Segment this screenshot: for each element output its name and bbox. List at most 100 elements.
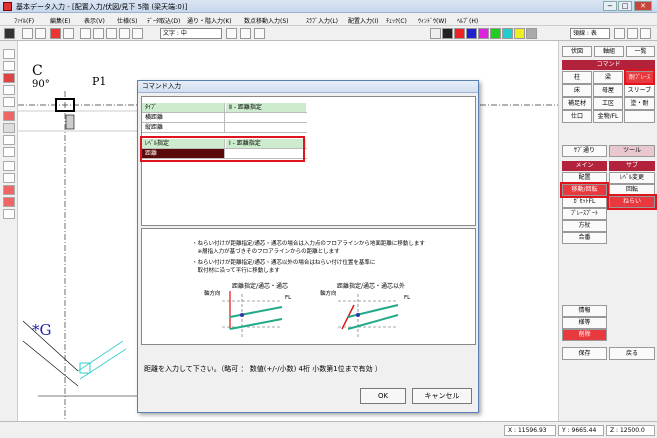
cmd-hardware-button[interactable]: 金物/FL	[593, 110, 623, 123]
shape-icon[interactable]	[240, 28, 251, 39]
tool-5-icon[interactable]	[3, 97, 15, 107]
menu-help[interactable]: ﾍﾙﾌﾟ(H)	[457, 16, 478, 25]
redo-icon[interactable]	[35, 28, 46, 39]
tool-12-icon[interactable]	[3, 185, 15, 195]
cmd-paint-button[interactable]: 塗・耐	[624, 97, 655, 110]
sub-grid-button[interactable]: ｻﾌﾞ通り	[562, 145, 607, 157]
ok-button[interactable]: OK	[360, 388, 406, 404]
view-elevation-button[interactable]: 軸組	[594, 46, 624, 57]
row-vertical-distance[interactable]: 縦距離	[142, 123, 307, 133]
row-horizontal-distance[interactable]: 横距離	[142, 113, 307, 123]
tool-c-icon[interactable]	[640, 28, 651, 39]
cmd-purlin-button[interactable]: 母屋	[593, 84, 623, 97]
save-icon[interactable]	[4, 28, 15, 39]
row-vertical-label: 縦距離	[142, 123, 225, 132]
tool-2-icon[interactable]	[3, 61, 15, 71]
window-icon[interactable]	[93, 28, 104, 39]
style-button[interactable]: 様等	[562, 317, 607, 329]
parameter-table: ﾀｲﾌﾟ Ⅱ - 距離指定 横距離 縦距離 ﾚﾍﾞﾙ指定 Ⅰ - 距離指定 距離	[140, 96, 476, 226]
tool-button[interactable]: ツール	[609, 145, 655, 157]
tool-10-icon[interactable]	[3, 161, 15, 171]
view-plan-button[interactable]: 伏図	[562, 46, 592, 57]
menu-view[interactable]: 表示(V)	[84, 16, 105, 25]
grid-icon[interactable]	[80, 28, 91, 39]
main-plate-button[interactable]: ﾌﾟﾚｰｽﾌﾟｰﾄ	[562, 208, 607, 220]
zoom-out-icon[interactable]	[119, 28, 130, 39]
color-white-icon[interactable]	[430, 28, 441, 39]
tool-7-icon[interactable]	[3, 123, 15, 133]
cmd-empty-button[interactable]	[624, 110, 655, 123]
tool-a-icon[interactable]	[614, 28, 625, 39]
cmd-section-button[interactable]: 工区	[593, 97, 623, 110]
color-black-icon[interactable]	[442, 28, 453, 39]
row-type[interactable]: ﾀｲﾌﾟ Ⅱ - 距離指定	[142, 103, 307, 113]
maximize-button[interactable]: □	[618, 1, 632, 11]
view-list-button[interactable]: 一覧	[626, 46, 655, 57]
tool-11-icon[interactable]	[3, 173, 15, 183]
cmd-beam-button[interactable]: 梁	[593, 71, 623, 84]
p1-label: P1	[92, 75, 107, 88]
menu-check[interactable]: ﾁｪｯｸ(C)	[386, 16, 407, 25]
cmd-supplement-button[interactable]: 補足材	[562, 97, 592, 110]
stop-icon[interactable]	[50, 28, 61, 39]
color-red-icon[interactable]	[454, 28, 465, 39]
text-icon[interactable]	[226, 28, 237, 39]
main-number-button[interactable]: 合番	[562, 232, 607, 244]
menu-window[interactable]: ｳｨﾝﾄﾞｳ(W)	[418, 16, 447, 25]
tool-13-icon[interactable]	[3, 197, 15, 207]
snap-icon[interactable]	[254, 28, 265, 39]
app-icon	[3, 2, 12, 11]
info-button[interactable]: 情報	[562, 305, 607, 317]
cmd-sleeve-button[interactable]: スリーブ	[624, 84, 655, 97]
aim-diagram	[222, 291, 399, 339]
tool-b-icon[interactable]	[627, 28, 638, 39]
menu-file[interactable]: ﾌｧｲﾙ(F)	[14, 16, 34, 25]
sub-header: サブ	[609, 161, 655, 171]
pan-icon[interactable]	[63, 28, 74, 39]
menu-spec[interactable]: 仕様(S)	[117, 16, 138, 25]
line-combo[interactable]: 領線 : 表	[570, 28, 610, 39]
row-horizontal-value[interactable]	[226, 113, 306, 122]
cmd-floor-button[interactable]: 床	[562, 84, 592, 97]
highlight-brace	[624, 69, 655, 85]
color-gray-icon[interactable]	[526, 28, 537, 39]
menu-place-input[interactable]: 配置入力(I)	[348, 16, 378, 25]
tool-3-icon[interactable]	[3, 73, 15, 83]
cmd-column-button[interactable]: 柱	[562, 71, 592, 84]
color-green-icon[interactable]	[490, 28, 501, 39]
menu-data-import[interactable]: ﾃﾞｰﾀ取込(D)	[147, 16, 180, 25]
tool-14-icon[interactable]	[3, 209, 15, 219]
main-knee-brace-button[interactable]: 方杖	[562, 220, 607, 232]
angle-label: 90°	[32, 79, 50, 90]
tool-8-icon[interactable]	[3, 135, 15, 145]
tool-9-icon[interactable]	[3, 147, 15, 157]
save-button[interactable]: 保存	[562, 347, 607, 360]
tool-1-icon[interactable]	[3, 49, 15, 59]
color-blue-icon[interactable]	[466, 28, 477, 39]
delete-button[interactable]: 削除	[562, 329, 607, 341]
row-type-value[interactable]: Ⅱ - 距離指定	[226, 103, 306, 112]
tool-4-icon[interactable]	[3, 85, 15, 95]
tool-6-icon[interactable]	[3, 111, 15, 121]
cancel-button[interactable]: キャンセル	[412, 388, 472, 404]
char-size-combo[interactable]: 文字 : 中	[160, 28, 222, 39]
color-magenta-icon[interactable]	[478, 28, 489, 39]
row-horizontal-label: 横距離	[142, 113, 225, 122]
close-button[interactable]: ✕	[634, 1, 652, 11]
row-vertical-value[interactable]	[226, 123, 306, 132]
color-cyan-icon[interactable]	[502, 28, 513, 39]
menu-point-move[interactable]: 数点移動入力(S)	[244, 16, 289, 25]
zoom-in-icon[interactable]	[106, 28, 117, 39]
minimize-button[interactable]: −	[603, 1, 617, 11]
color-yellow-icon[interactable]	[514, 28, 525, 39]
sub-level-change-button[interactable]: ﾚﾍﾞﾙ変更	[609, 172, 655, 184]
back-button[interactable]: 戻る	[609, 347, 655, 360]
cmd-joint-button[interactable]: 仕口	[562, 110, 592, 123]
undo-icon[interactable]	[22, 28, 33, 39]
menu-edit[interactable]: 編集(E)	[50, 16, 70, 25]
menu-grid-input[interactable]: 通り・階入力(K)	[187, 16, 232, 25]
dialog-title: コマンド入力	[138, 81, 478, 93]
main-header: メイン	[562, 161, 607, 171]
refresh-icon[interactable]	[132, 28, 143, 39]
menu-slab-input[interactable]: ｽﾗﾌﾞ入力(L)	[306, 16, 338, 25]
